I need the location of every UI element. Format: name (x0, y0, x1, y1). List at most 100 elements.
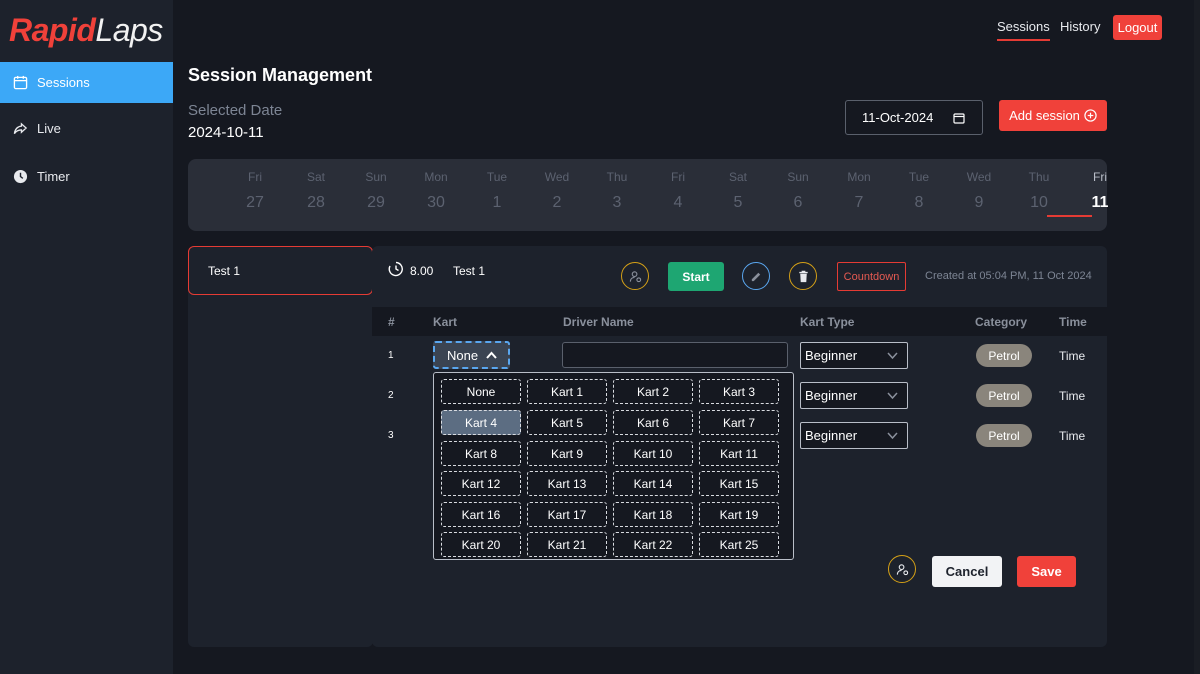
kart-option[interactable]: Kart 2 (613, 379, 693, 404)
add-session-label: Add session (1009, 108, 1080, 123)
cancel-button[interactable]: Cancel (932, 556, 1002, 587)
delete-button[interactable] (789, 262, 817, 290)
kart-option[interactable]: Kart 9 (527, 441, 607, 466)
col-header-category: Category (975, 315, 1028, 329)
kart-type-value: Beginner (805, 388, 858, 403)
kart-option[interactable]: Kart 19 (699, 502, 779, 527)
app-logo[interactable]: RapidLaps (9, 12, 163, 49)
sidebar-item-timer[interactable]: Timer (0, 156, 173, 197)
day-name: Wed (966, 170, 992, 184)
day-name: Tue (486, 170, 508, 184)
kart-option[interactable]: Kart 11 (699, 441, 779, 466)
sidebar-item-label: Live (37, 121, 61, 136)
day-number: 29 (367, 194, 385, 211)
time-cell: Time (1059, 429, 1086, 443)
day-number: 3 (612, 194, 622, 211)
countdown-button[interactable]: Countdown (837, 262, 906, 291)
kart-type-value: Beginner (805, 428, 858, 443)
row-number: 3 (388, 430, 394, 441)
col-header-kart: Kart (433, 315, 458, 329)
kart-option[interactable]: Kart 3 (699, 379, 779, 404)
day-name: Mon (847, 170, 871, 184)
day-name: Mon (424, 170, 448, 184)
sidebar-item-label: Timer (37, 169, 70, 184)
kart-option[interactable]: Kart 20 (441, 532, 521, 557)
calendar-icon[interactable] (953, 112, 965, 124)
date-picker-input[interactable]: 11-Oct-2024 (845, 100, 983, 135)
session-list-item[interactable]: Test 1 (188, 246, 373, 295)
pencil-icon (751, 272, 760, 281)
driver-name-input[interactable] (562, 342, 788, 368)
logout-button[interactable]: Logout (1113, 15, 1162, 40)
kart-option[interactable]: Kart 25 (699, 532, 779, 557)
day-name: Wed (544, 170, 570, 184)
assign-driver-button[interactable] (621, 262, 649, 290)
sidebar-item-label: Sessions (37, 75, 90, 90)
logo-text-laps: Laps (95, 12, 163, 48)
kart-option[interactable]: Kart 8 (441, 441, 521, 466)
kart-option[interactable]: Kart 10 (613, 441, 693, 466)
kart-option[interactable]: Kart 1 (527, 379, 607, 404)
day-number: 28 (307, 194, 325, 211)
row-number: 1 (388, 350, 394, 361)
save-button[interactable]: Save (1017, 556, 1076, 587)
day-number: 8 (914, 194, 924, 211)
day-number: 9 (974, 194, 984, 211)
timer-icon (388, 261, 403, 277)
kart-dropdown-menu: None Kart 1 Kart 2 Kart 3 Kart 4 Kart 5 … (433, 372, 794, 560)
sidebar-item-sessions[interactable]: Sessions (0, 62, 173, 103)
add-driver-button[interactable] (888, 555, 916, 583)
kart-option[interactable]: Kart 13 (527, 471, 607, 496)
session-title: Test 1 (453, 264, 486, 278)
kart-option[interactable]: Kart 6 (613, 410, 693, 435)
kart-option[interactable]: Kart 12 (441, 471, 521, 496)
chevron-up-icon (486, 351, 497, 359)
kart-option[interactable]: Kart 16 (441, 502, 521, 527)
day-name: Thu (1028, 170, 1050, 184)
calendar-icon (13, 75, 28, 90)
kart-option[interactable]: Kart 7 (699, 410, 779, 435)
day-name: Fri (671, 170, 685, 184)
kart-option[interactable]: Kart 18 (613, 502, 693, 527)
kart-type-select[interactable]: Beginner (800, 382, 908, 409)
sidebar: RapidLaps Sessions Live Timer (0, 0, 173, 674)
day-name: Fri (1093, 170, 1107, 184)
day-number: 7 (854, 194, 864, 211)
day-number: 2 (552, 194, 562, 211)
start-button[interactable]: Start (668, 262, 724, 291)
kart-type-select[interactable]: Beginner (800, 422, 908, 449)
day-name: Sun (787, 170, 809, 184)
kart-option[interactable]: Kart 17 (527, 502, 607, 527)
kart-option-highlighted[interactable]: Kart 4 (441, 410, 521, 435)
edit-button[interactable] (742, 262, 770, 290)
kart-type-select[interactable]: Beginner (800, 342, 908, 369)
kart-option[interactable]: Kart 22 (613, 532, 693, 557)
scrollbar[interactable] (1194, 0, 1200, 674)
nav-sessions[interactable]: Sessions (997, 19, 1050, 41)
kart-option[interactable]: Kart 21 (527, 532, 607, 557)
user-settings-icon (896, 563, 908, 575)
plus-circle-icon (1084, 109, 1097, 122)
chevron-down-icon (887, 352, 898, 360)
clock-icon (13, 169, 28, 184)
kart-option[interactable]: Kart 5 (527, 410, 607, 435)
time-cell: Time (1059, 389, 1086, 403)
session-list (188, 246, 373, 647)
selected-date-label: Selected Date (188, 102, 283, 119)
day-number: 6 (793, 194, 803, 211)
kart-option[interactable]: None (441, 379, 521, 404)
day-name: Fri (248, 170, 262, 184)
page-title: Session Management (188, 65, 373, 85)
nav-history[interactable]: History (1060, 19, 1100, 34)
sidebar-item-live[interactable]: Live (0, 108, 173, 149)
created-timestamp: Created at 05:04 PM, 11 Oct 2024 (925, 270, 1092, 282)
kart-option[interactable]: Kart 15 (699, 471, 779, 496)
day-name: Sat (306, 170, 325, 184)
share-arrow-icon (13, 122, 28, 135)
day-number: 5 (733, 194, 743, 211)
category-badge: Petrol (976, 344, 1032, 367)
kart-select[interactable]: None (433, 341, 510, 369)
user-settings-icon (629, 270, 641, 282)
kart-option[interactable]: Kart 14 (613, 471, 693, 496)
add-session-button[interactable]: Add session (999, 100, 1107, 131)
